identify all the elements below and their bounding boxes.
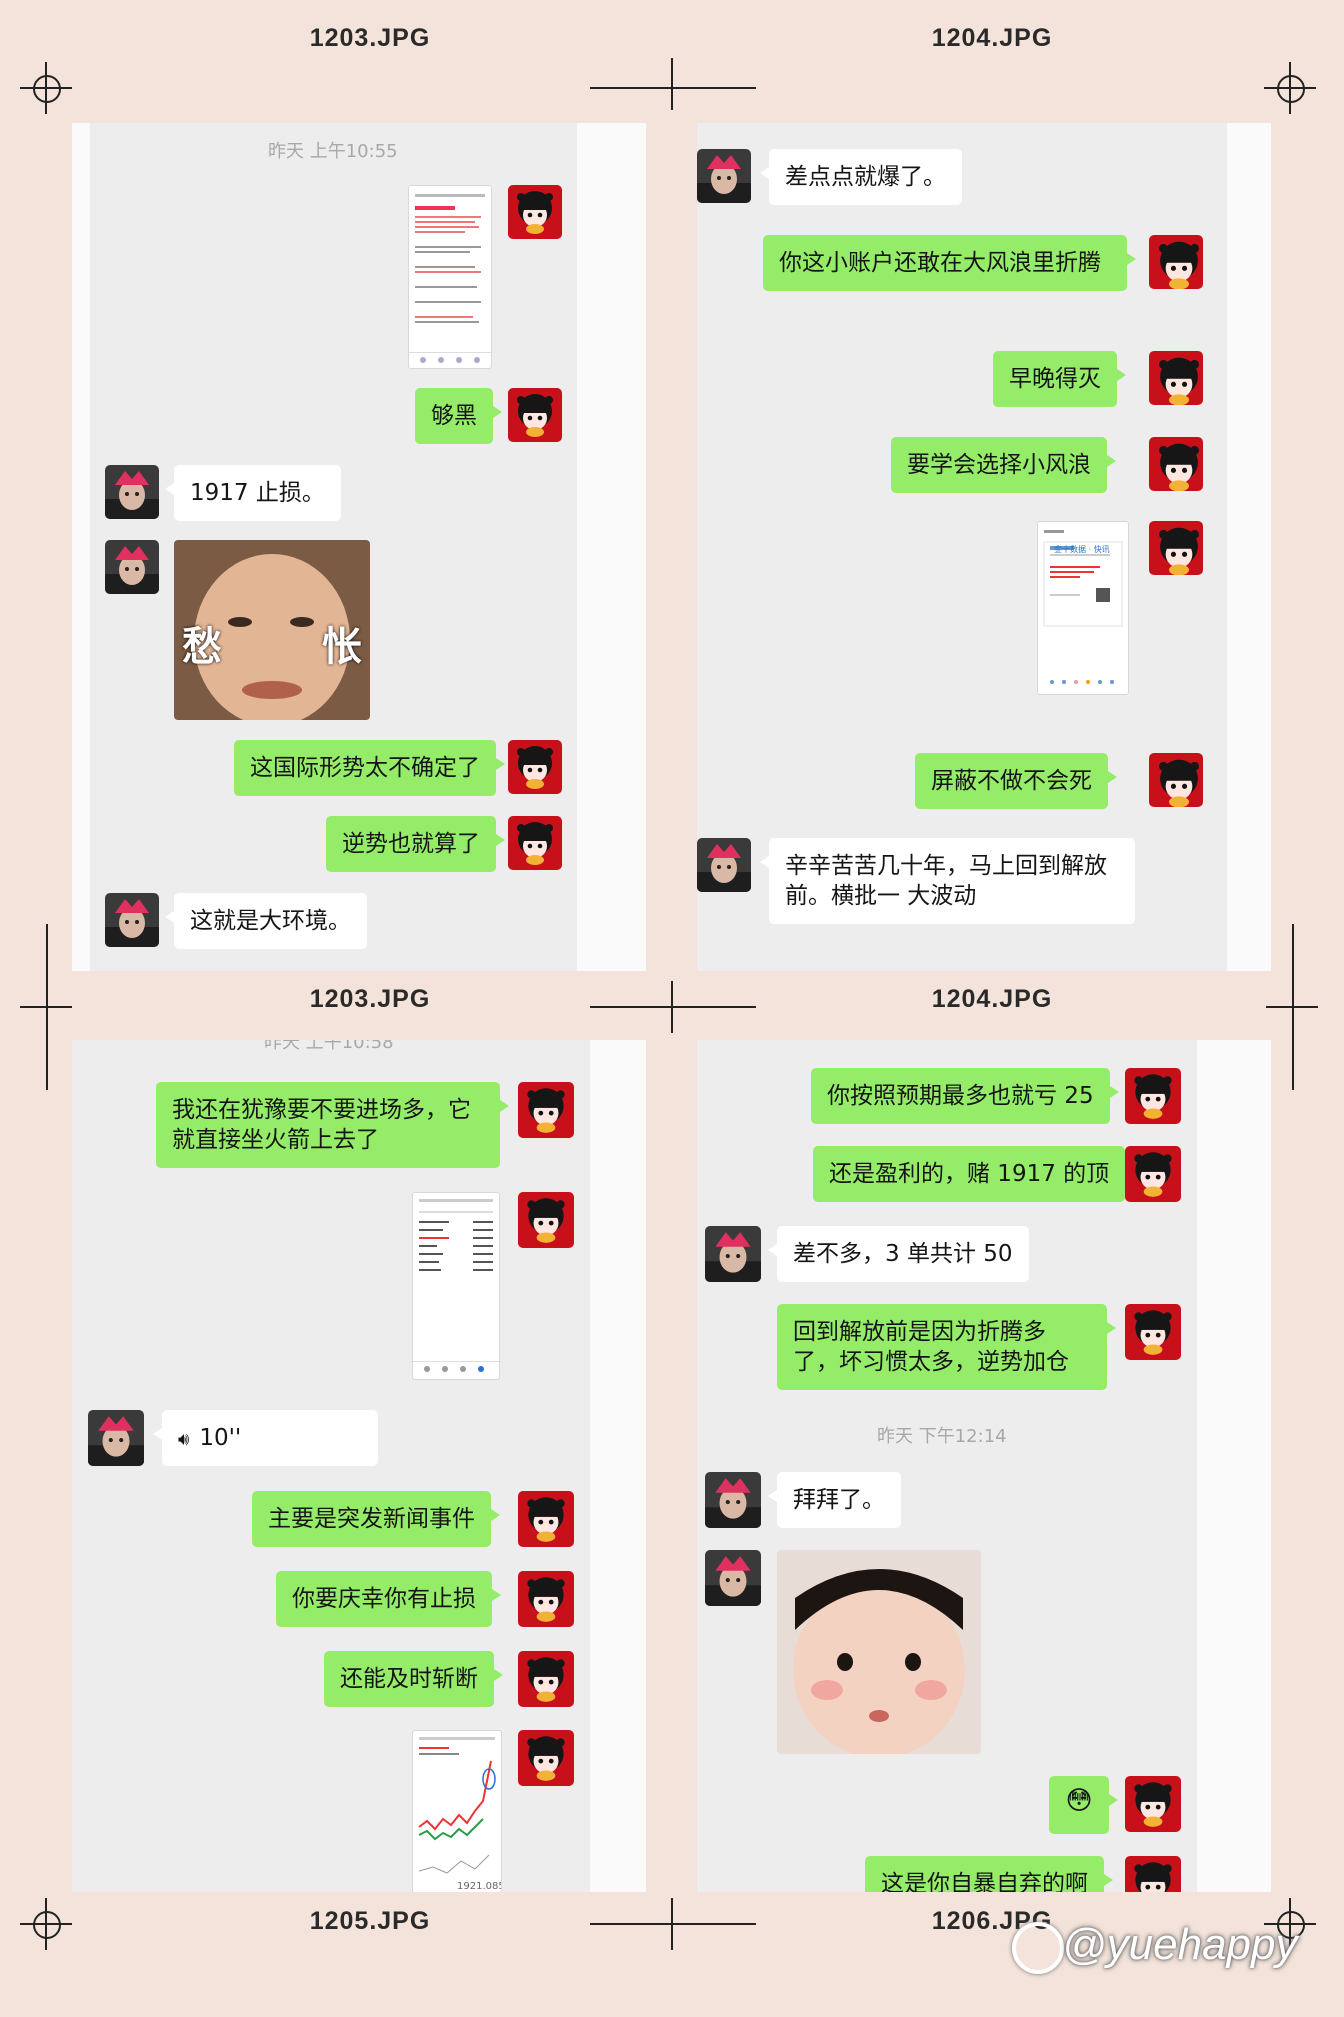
screenshot-content (413, 1199, 499, 1372)
avatar-contact[interactable] (705, 1226, 761, 1282)
avatar-contact[interactable] (88, 1410, 144, 1466)
avatar-self[interactable] (1125, 1146, 1181, 1202)
chat-panel-1204: 差点点就爆了。 你这小账户还敢在大风浪里折腾 早晚得灭 要学会选择小风浪 金十数… (697, 123, 1271, 971)
timestamp: 昨天 下午12:14 (877, 1426, 1007, 1447)
weibo-logo-icon (1012, 1922, 1064, 1974)
file-label: 1204.JPG (931, 24, 1053, 52)
message-bubble-received[interactable]: 拜拜了。 (768, 1472, 901, 1528)
message-bubble-received[interactable]: 这就是大环境。 (165, 893, 367, 949)
file-label: 1203.JPG (309, 24, 431, 52)
voice-duration: 10'' (199, 1425, 242, 1451)
avatar-self[interactable] (508, 388, 562, 442)
message-bubble-sent[interactable]: 你按照预期最多也就亏 25 (811, 1068, 1119, 1124)
message-bubble-sent[interactable]: 这是你自暴自弃的啊 (865, 1856, 1113, 1892)
panel-margin (590, 1040, 646, 1892)
message-bubble-sent[interactable]: 回到解放前是因为折腾多了，坏习惯太多，逆势加仓 (777, 1304, 1116, 1390)
message-bubble-sent[interactable]: 你这小账户还敢在大风浪里折腾 (763, 235, 1136, 291)
crop-line (590, 1006, 756, 1008)
avatar-self[interactable] (508, 816, 562, 870)
emoji-message[interactable]: 😳 (1049, 1776, 1118, 1834)
crop-line (671, 58, 673, 110)
sticker-crying-baby[interactable]: 愁 怅 (174, 540, 370, 720)
chart-screenshot-thumbnail[interactable]: 1921.085 (412, 1730, 502, 1892)
crop-line (671, 981, 673, 1033)
avatar-self[interactable] (1125, 1856, 1181, 1892)
crop-line (590, 1923, 756, 1925)
message-bubble-sent[interactable]: 还是盈利的，赌 1917 的顶 (813, 1146, 1135, 1202)
registration-mark-top-right (1264, 62, 1316, 114)
avatar-self[interactable] (1125, 1304, 1181, 1360)
avatar-self[interactable] (518, 1651, 574, 1707)
chart-price-label: 1921.085 (457, 1881, 502, 1892)
sticker-caption: 愁 (182, 624, 222, 670)
avatar-self[interactable] (1149, 753, 1203, 807)
registration-mark-bottom-left (20, 1898, 72, 1950)
avatar-self[interactable] (508, 185, 562, 239)
avatar-self[interactable] (1149, 351, 1203, 405)
avatar-contact[interactable] (705, 1472, 761, 1528)
avatar-self[interactable] (1149, 235, 1203, 289)
avatar-self[interactable] (518, 1571, 574, 1627)
baby-face-image (777, 1550, 981, 1754)
sticker-caption: 怅 (322, 624, 362, 670)
avatar-contact[interactable] (105, 893, 159, 947)
voice-wave-icon: 🔊︎ (178, 1429, 190, 1450)
chat-panel-1206: 你按照预期最多也就亏 25 还是盈利的，赌 1917 的顶 差不多，3 单共计 … (697, 1040, 1271, 1892)
message-bubble-received[interactable]: 差点点就爆了。 (760, 149, 962, 205)
message-bubble-received[interactable]: 1917 止损。 (165, 465, 341, 521)
message-bubble-sent[interactable]: 要学会选择小风浪 (891, 437, 1116, 493)
avatar-self[interactable] (1149, 437, 1203, 491)
panel-margin (72, 123, 90, 971)
avatar-self[interactable] (518, 1491, 574, 1547)
message-bubble-sent[interactable]: 你要庆幸你有止损 (276, 1571, 501, 1627)
file-label: 1205.JPG (309, 1907, 431, 1935)
timestamp: 昨天 上午10:58 (264, 1040, 394, 1053)
timestamp: 昨天 上午10:55 (268, 141, 398, 162)
watermark: @yuehappy (1062, 1920, 1298, 1969)
avatar-self[interactable] (518, 1730, 574, 1786)
message-bubble-sent[interactable]: 这国际形势太不确定了 (234, 740, 505, 796)
chat-panel-1203: 昨天 上午10:55 够黑 1917 止损。 愁 怅 这国际形势太不确定了 逆势… (72, 123, 646, 971)
crop-line (46, 924, 48, 1090)
file-label: 1203.JPG (309, 985, 431, 1013)
avatar-self[interactable] (1125, 1068, 1181, 1124)
message-bubble-sent[interactable]: 我还在犹豫要不要进场多，它就直接坐火箭上去了 (156, 1082, 509, 1168)
avatar-self[interactable] (518, 1192, 574, 1248)
candlestick-chart-image (418, 1737, 496, 1874)
crop-line (1292, 924, 1294, 1090)
shot-title: 金十数据 · 快讯 (1054, 545, 1110, 554)
screenshot-thumbnail[interactable]: 金十数据 · 快讯 (1037, 521, 1129, 695)
flushed-emoji-icon: 😳 (1065, 1786, 1093, 1816)
screenshot-content (409, 194, 491, 363)
message-bubble-sent[interactable]: 屏蔽不做不会死 (915, 753, 1117, 809)
avatar-self[interactable] (1149, 521, 1203, 575)
message-bubble-received[interactable]: 差不多，3 单共计 50 (768, 1226, 1029, 1282)
avatar-contact[interactable] (705, 1550, 761, 1606)
chat-panel-1205: 昨天 上午10:58 我还在犹豫要不要进场多，它就直接坐火箭上去了 🔊︎ 10''… (72, 1040, 646, 1892)
crop-line (671, 1898, 673, 1950)
screenshot-thumbnail[interactable] (408, 185, 492, 369)
message-bubble-sent[interactable]: 还能及时斩断 (324, 1651, 503, 1707)
message-bubble-sent[interactable]: 主要是突发新闻事件 (252, 1491, 500, 1547)
message-bubble-sent[interactable]: 够黑 (415, 388, 502, 444)
avatar-contact[interactable] (105, 465, 159, 519)
crop-line (590, 87, 756, 89)
registration-mark-top-left (20, 62, 72, 114)
avatar-self[interactable] (1125, 1776, 1181, 1832)
avatar-self[interactable] (518, 1082, 574, 1138)
panel-margin (1197, 1040, 1271, 1892)
message-bubble-sent[interactable]: 早晚得灭 (993, 351, 1126, 407)
avatar-contact[interactable] (697, 149, 751, 203)
avatar-contact[interactable] (105, 540, 159, 594)
voice-message[interactable]: 🔊︎ 10'' (153, 1410, 378, 1466)
message-bubble-received[interactable]: 辛辛苦苦几十年，马上回到解放前。横批一 大波动 (760, 838, 1135, 924)
avatar-contact[interactable] (697, 838, 751, 892)
sticker-baby-face[interactable] (777, 1550, 981, 1754)
avatar-self[interactable] (508, 740, 562, 794)
panel-margin (577, 123, 646, 971)
panel-margin (1227, 123, 1271, 971)
message-bubble-sent[interactable]: 逆势也就算了 (326, 816, 505, 872)
screenshot-thumbnail[interactable] (412, 1192, 500, 1380)
file-label: 1204.JPG (931, 985, 1053, 1013)
